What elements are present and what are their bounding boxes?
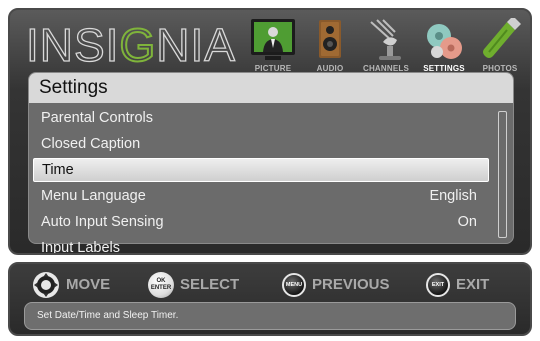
satellite-antenna-icon (370, 19, 401, 60)
ok-text: OK (156, 278, 166, 284)
gears-icon (427, 24, 462, 59)
dpad-icon (33, 272, 59, 298)
list-item-label: Menu Language (41, 188, 146, 204)
list-item-label: Parental Controls (41, 110, 154, 126)
tv-presenter-icon (251, 19, 295, 60)
previous-label: PREVIOUS (312, 276, 390, 293)
ok-enter-icon-text: OK ENTER (148, 278, 174, 292)
speaker-icon (319, 20, 341, 58)
page-title: Settings (39, 77, 108, 98)
move-control: MOVE (32, 270, 110, 300)
tab-channels[interactable]: CHANNELS (356, 16, 416, 76)
tab-photos[interactable]: PHOTOS (470, 16, 530, 76)
logo-text-g: G (118, 19, 157, 71)
exit-button-icon: EXIT (426, 273, 450, 297)
settings-content-box: Settings Parental Controls Closed Captio… (28, 72, 514, 253)
list-item-time[interactable]: Time (33, 158, 489, 182)
main-menu-panel: INSIGNIA PICTURE AUDIO CHANNELS SETTINGS… (8, 8, 532, 255)
list-item-closed-caption[interactable]: Closed Caption (29, 131, 513, 157)
menu-icon-text: MENU (285, 282, 303, 288)
list-item-auto-input-sensing[interactable]: Auto Input Sensing On (29, 209, 513, 235)
ok-enter-button-icon: OK ENTER (148, 272, 174, 298)
help-text: Set Date/Time and Sleep Timer. (37, 310, 179, 321)
list-item-label: Auto Input Sensing (41, 214, 164, 230)
exit-control: EXIT EXIT (426, 270, 489, 300)
list-item-label: Time (42, 162, 74, 178)
exit-icon-text: EXIT (431, 282, 445, 288)
select-label: SELECT (180, 276, 240, 293)
usb-drive-icon (483, 18, 521, 58)
tab-picture[interactable]: PICTURE (243, 16, 303, 76)
list-item-value: On (457, 214, 477, 230)
select-control: OK ENTER SELECT (148, 270, 239, 300)
insignia-logo: INSIGNIA (25, 19, 236, 71)
menu-button-icon: MENU (282, 273, 306, 297)
previous-control: MENU PREVIOUS (282, 270, 390, 300)
list-item-menu-language[interactable]: Menu Language English (29, 183, 513, 209)
logo-text-part-2: NIA (156, 19, 236, 71)
list-item-label: Closed Caption (41, 136, 141, 152)
list-item-input-labels[interactable]: Input Labels (29, 235, 513, 255)
exit-label: EXIT (456, 276, 490, 293)
tab-audio[interactable]: AUDIO (300, 16, 360, 76)
move-label: MOVE (66, 276, 111, 293)
help-text-box: Set Date/Time and Sleep Timer. (24, 302, 516, 330)
tab-settings[interactable]: SETTINGS (414, 16, 474, 76)
scrollbar[interactable] (498, 111, 507, 238)
title-strip: Settings (29, 73, 513, 103)
settings-list: Parental Controls Closed Caption Time Me… (29, 105, 513, 255)
enter-text: ENTER (150, 285, 172, 291)
control-hint-panel: MOVE OK ENTER SELECT MENU PREVIOUS EXIT E… (8, 262, 532, 336)
logo-text-part-1: INSI (25, 19, 120, 71)
list-item-label: Input Labels (41, 240, 121, 255)
list-item-value: English (429, 188, 477, 204)
list-item-parental-controls[interactable]: Parental Controls (29, 105, 513, 131)
